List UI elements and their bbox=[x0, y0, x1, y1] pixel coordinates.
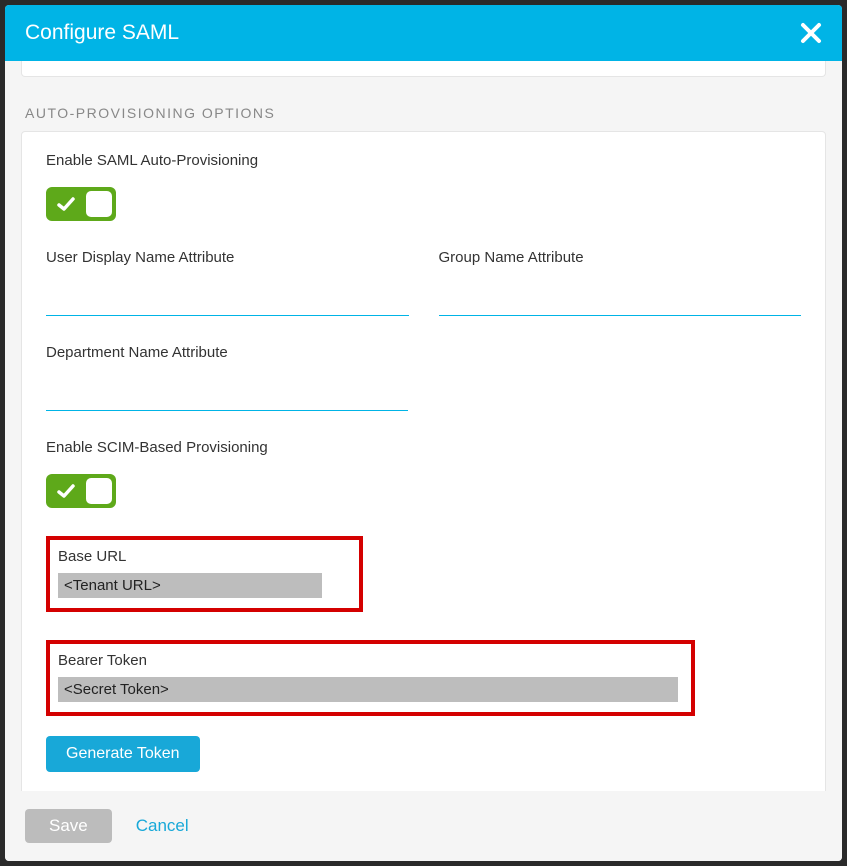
check-icon bbox=[56, 481, 76, 501]
auto-provisioning-card: Enable SAML Auto-Provisioning User Displ… bbox=[21, 131, 826, 791]
modal-footer: Save Cancel bbox=[5, 791, 842, 861]
modal-body[interactable]: AUTO-PROVISIONING OPTIONS Enable SAML Au… bbox=[5, 61, 842, 791]
enable-saml-label: Enable SAML Auto-Provisioning bbox=[46, 152, 801, 169]
bearer-token-label: Bearer Token bbox=[58, 652, 683, 669]
department-input[interactable] bbox=[46, 377, 408, 411]
enable-saml-toggle[interactable] bbox=[46, 187, 116, 221]
enable-scim-label: Enable SCIM-Based Provisioning bbox=[46, 439, 801, 456]
toggle-knob bbox=[86, 478, 112, 504]
close-icon[interactable] bbox=[800, 22, 822, 44]
check-icon bbox=[56, 194, 76, 214]
department-label: Department Name Attribute bbox=[46, 344, 408, 361]
cancel-button[interactable]: Cancel bbox=[136, 816, 189, 836]
group-name-input[interactable] bbox=[439, 282, 802, 316]
modal-title: Configure SAML bbox=[25, 21, 179, 45]
user-display-name-label: User Display Name Attribute bbox=[46, 249, 409, 266]
bearer-token-value[interactable]: <Secret Token> bbox=[58, 677, 678, 702]
base-url-label: Base URL bbox=[58, 548, 351, 565]
generate-token-button[interactable]: Generate Token bbox=[46, 736, 200, 772]
enable-scim-toggle[interactable] bbox=[46, 474, 116, 508]
base-url-highlight: Base URL <Tenant URL> bbox=[46, 536, 363, 612]
configure-saml-modal: Configure SAML AUTO-PROVISIONING OPTIONS… bbox=[5, 5, 842, 861]
user-display-name-input[interactable] bbox=[46, 282, 409, 316]
previous-card-edge bbox=[21, 61, 826, 77]
base-url-value[interactable]: <Tenant URL> bbox=[58, 573, 322, 598]
group-name-label: Group Name Attribute bbox=[439, 249, 802, 266]
toggle-knob bbox=[86, 191, 112, 217]
bearer-token-highlight: Bearer Token <Secret Token> bbox=[46, 640, 695, 716]
section-header: AUTO-PROVISIONING OPTIONS bbox=[5, 77, 842, 131]
save-button[interactable]: Save bbox=[25, 809, 112, 843]
modal-header: Configure SAML bbox=[5, 5, 842, 61]
